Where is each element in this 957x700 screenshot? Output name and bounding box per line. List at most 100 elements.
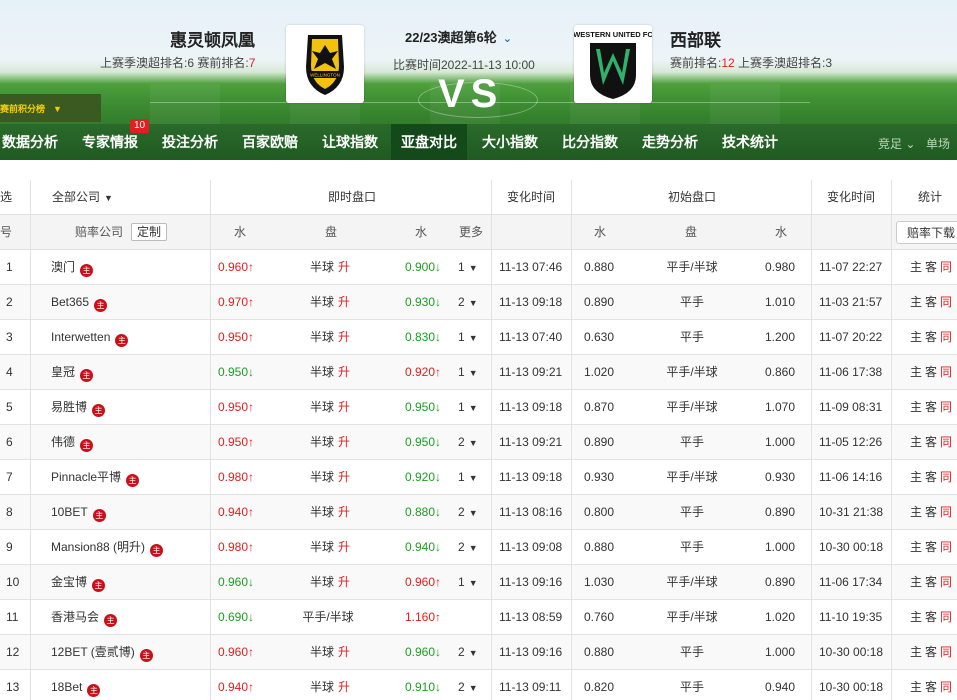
company-name[interactable]: 10BET 主 (51, 495, 106, 530)
tab-trend-analysis[interactable]: 走势分析 (642, 124, 698, 160)
round-selector[interactable]: 22/23澳超第6轮 ⌄ (405, 27, 512, 46)
table-row[interactable]: 2 Bet365 主 0.970↑ 半球升 0.930↓ 2 ▼ 11-13 09:18 0.89… (0, 285, 957, 320)
live-water-home[interactable]: 0.950↑ (218, 425, 254, 460)
live-water-home[interactable]: 0.950↑ (218, 390, 254, 425)
stats-away-link[interactable]: 客 (925, 400, 937, 414)
stats-away-link[interactable]: 客 (925, 680, 937, 694)
stats-home-link[interactable]: 主 (910, 330, 922, 344)
stats-same-link[interactable]: 同 (940, 470, 952, 484)
more-select[interactable]: 2 ▼ (458, 635, 478, 670)
table-row[interactable]: 1 澳门主 0.960↑ 半球升 0.900↓ 1 ▼ 11-13 07:46 0.880 平手/… (0, 250, 957, 285)
table-row[interactable]: 4 皇冠主 0.950↓ 半球升 0.920↑ 1 ▼ 11-13 09:21 1.020 平手/… (0, 355, 957, 390)
tab-score-index[interactable]: 比分指数 (562, 124, 618, 160)
live-water-away[interactable]: 0.900↓ (375, 250, 441, 285)
live-water-away[interactable]: 0.950↓ (375, 390, 441, 425)
stats-home-link[interactable]: 主 (910, 505, 922, 519)
customize-button[interactable]: 定制 (131, 223, 168, 241)
live-water-away[interactable]: 0.950↓ (375, 425, 441, 460)
stats-same-link[interactable]: 同 (940, 575, 952, 589)
home-team-name[interactable]: 惠灵顿凤凰 (170, 26, 255, 51)
danchang-dropdown[interactable]: 单场 ⌄ (926, 124, 957, 160)
table-row[interactable]: 7 Pinnacle平博主 0.980↑ 半球升 0.920↓ 1 ▼ 11-13 09:18… (0, 460, 957, 495)
live-water-home[interactable]: 0.980↑ (218, 530, 254, 565)
table-row[interactable]: 8 10BET 主 0.940↑ 半球升 0.880↓ 2 ▼ 11-13 08:16 0.800… (0, 495, 957, 530)
more-select[interactable]: 1 ▼ (458, 250, 478, 285)
live-water-away[interactable]: 0.830↓ (375, 320, 441, 355)
stats-home-link[interactable]: 主 (910, 645, 922, 659)
company-name[interactable]: 伟德主 (51, 425, 94, 460)
company-name[interactable]: 皇冠主 (51, 355, 94, 390)
stats-home-link[interactable]: 主 (910, 470, 922, 484)
live-water-away[interactable]: 0.960↓ (375, 635, 441, 670)
tab-euro-odds[interactable]: 百家欧赔 (242, 124, 298, 160)
tab-over-under[interactable]: 大小指数 (482, 124, 538, 160)
stats-away-link[interactable]: 客 (925, 330, 937, 344)
company-name[interactable]: 易胜博主 (51, 390, 106, 425)
live-water-home[interactable]: 0.940↑ (218, 670, 254, 700)
more-select[interactable]: 1 ▼ (458, 390, 478, 425)
live-water-home[interactable]: 0.960↑ (218, 250, 254, 285)
tab-handicap-index[interactable]: 让球指数 (322, 124, 378, 160)
live-water-home[interactable]: 0.690↓ (218, 600, 254, 635)
stats-same-link[interactable]: 同 (940, 645, 952, 659)
stats-same-link[interactable]: 同 (940, 540, 952, 554)
stats-home-link[interactable]: 主 (910, 260, 922, 274)
more-select[interactable]: 1 ▼ (458, 565, 478, 600)
live-water-home[interactable]: 0.950↓ (218, 355, 254, 390)
company-name[interactable]: Mansion88 (明升) 主 (51, 530, 164, 565)
stats-same-link[interactable]: 同 (940, 260, 952, 274)
stats-away-link[interactable]: 客 (925, 365, 937, 379)
live-water-away[interactable]: 0.880↓ (375, 495, 441, 530)
tab-asian-handicap-compare[interactable]: 亚盘对比 (391, 124, 467, 160)
more-select[interactable]: 2 ▼ (458, 495, 478, 530)
table-row[interactable]: 5 易胜博主 0.950↑ 半球升 0.950↓ 1 ▼ 11-13 09:18 0.870 平手… (0, 390, 957, 425)
company-name[interactable]: Bet365 主 (51, 285, 108, 320)
company-name[interactable]: 澳门主 (51, 250, 94, 285)
stats-same-link[interactable]: 同 (940, 365, 952, 379)
live-water-home[interactable]: 0.980↑ (218, 460, 254, 495)
table-row[interactable]: 10 金宝博主 0.960↓ 半球升 0.960↑ 1 ▼ 11-13 09:16 1.030 平… (0, 565, 957, 600)
standings-button[interactable]: 赛前积分榜 ▼ (0, 94, 101, 122)
live-water-away[interactable]: 1.160↑ (375, 600, 441, 635)
company-name[interactable]: 香港马会主 (51, 600, 118, 635)
live-water-home[interactable]: 0.940↑ (218, 495, 254, 530)
live-water-away[interactable]: 0.940↓ (375, 530, 441, 565)
live-water-away[interactable]: 0.920↑ (375, 355, 441, 390)
more-select[interactable]: 1 ▼ (458, 355, 478, 390)
company-name[interactable]: Interwetten 主 (51, 320, 129, 355)
company-filter-select[interactable]: 全部公司 ▼ (52, 180, 113, 215)
more-select[interactable]: 1 ▼ (458, 460, 478, 495)
live-water-home[interactable]: 0.960↑ (218, 635, 254, 670)
more-select[interactable]: 2 ▼ (458, 285, 478, 320)
away-team-name[interactable]: 西部联 (670, 26, 721, 51)
stats-home-link[interactable]: 主 (910, 575, 922, 589)
company-name[interactable]: Pinnacle平博主 (51, 460, 140, 495)
table-row[interactable]: 6 伟德主 0.950↑ 半球升 0.950↓ 2 ▼ 11-13 09:21 0.890 平手 1… (0, 425, 957, 460)
live-water-home[interactable]: 0.950↑ (218, 320, 254, 355)
live-water-away[interactable]: 0.920↓ (375, 460, 441, 495)
stats-same-link[interactable]: 同 (940, 295, 952, 309)
stats-away-link[interactable]: 客 (925, 295, 937, 309)
stats-same-link[interactable]: 同 (940, 400, 952, 414)
stats-away-link[interactable]: 客 (925, 260, 937, 274)
stats-home-link[interactable]: 主 (910, 400, 922, 414)
stats-away-link[interactable]: 客 (925, 435, 937, 449)
stats-same-link[interactable]: 同 (940, 610, 952, 624)
stats-home-link[interactable]: 主 (910, 365, 922, 379)
more-select[interactable]: 1 ▼ (458, 320, 478, 355)
tab-betting-analysis[interactable]: 投注分析 (162, 124, 218, 160)
more-select[interactable]: 2 ▼ (458, 530, 478, 565)
stats-away-link[interactable]: 客 (925, 505, 937, 519)
stats-same-link[interactable]: 同 (940, 680, 952, 694)
live-water-away[interactable]: 0.910↓ (375, 670, 441, 700)
live-water-home[interactable]: 0.960↓ (218, 565, 254, 600)
stats-away-link[interactable]: 客 (925, 470, 937, 484)
stats-same-link[interactable]: 同 (940, 435, 952, 449)
stats-home-link[interactable]: 主 (910, 295, 922, 309)
live-water-away[interactable]: 0.960↑ (375, 565, 441, 600)
away-team-logo[interactable]: WESTERN UNITED FC (573, 25, 653, 103)
table-row[interactable]: 13 18Bet 主 0.940↑ 半球升 0.910↓ 2 ▼ 11-13 09:11 0.82… (0, 670, 957, 700)
stats-away-link[interactable]: 客 (925, 540, 937, 554)
company-name[interactable]: 金宝博主 (51, 565, 106, 600)
tab-tech-stats[interactable]: 技术统计 (722, 124, 778, 160)
